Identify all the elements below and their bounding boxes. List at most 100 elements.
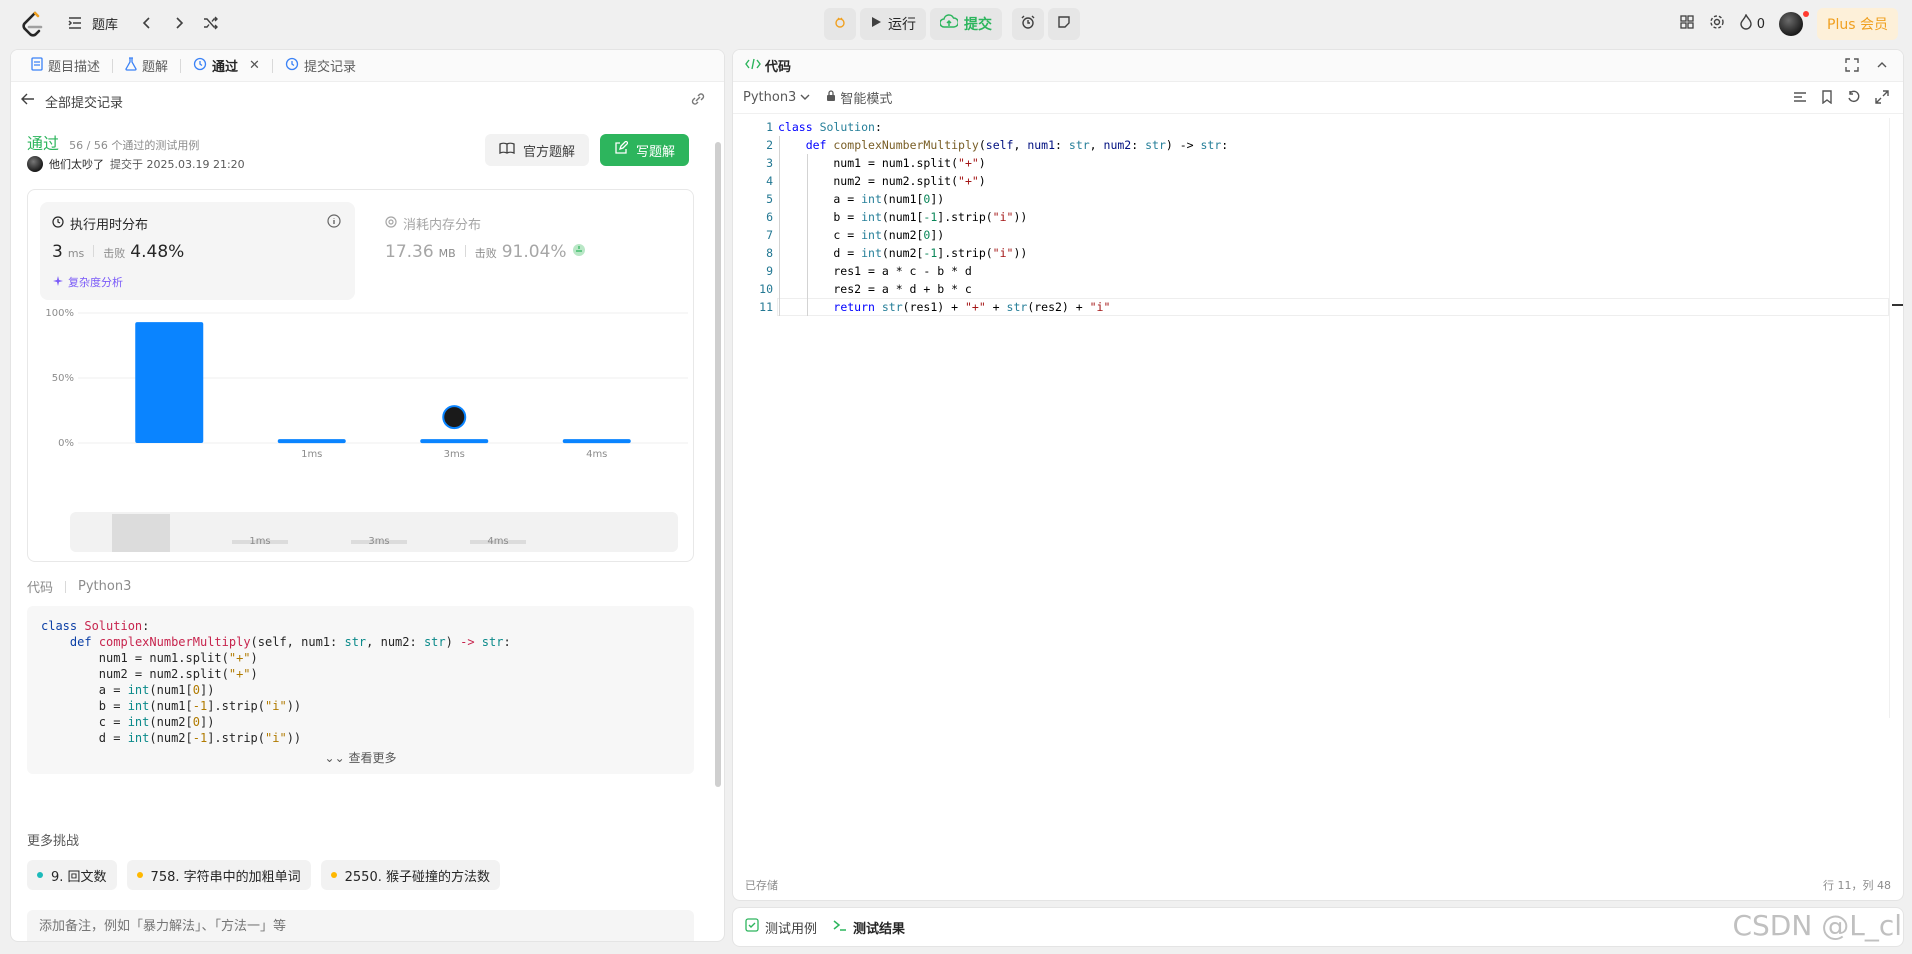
line-number: 9 — [766, 264, 773, 278]
debug-button[interactable] — [824, 8, 856, 40]
challenge-chip[interactable]: 9. 回文数 — [27, 860, 117, 890]
official-solution-button[interactable]: 官方题解 — [485, 134, 590, 166]
prev-problem-icon[interactable] — [136, 12, 158, 34]
fullscreen-icon[interactable] — [1845, 58, 1859, 76]
lock-icon — [826, 89, 836, 106]
code-editor[interactable]: 1 2 3 4 5 6 7 8 9 10 11 class Solution: … — [733, 118, 1903, 758]
challenge-chip[interactable]: 2550. 猴子碰撞的方法数 — [320, 860, 500, 890]
run-button[interactable]: 运行 — [860, 8, 926, 40]
memory-title: 消耗内存分布 — [403, 218, 482, 233]
difficulty-dot — [37, 872, 43, 878]
note-input[interactable] — [27, 910, 694, 941]
line-number: 7 — [766, 228, 773, 242]
tab-description[interactable]: 题目描述 — [23, 50, 108, 82]
scrollbar-thumb[interactable] — [715, 142, 721, 787]
your-submission-avatar-marker[interactable] — [442, 405, 467, 430]
settings-gear-icon[interactable] — [1709, 14, 1725, 34]
complexity-analysis-link[interactable]: 复杂度分析 — [52, 274, 123, 290]
submit-button[interactable]: 提交 — [930, 8, 1002, 40]
testcases-passed: 56 / 56 个通过的测试用例 — [69, 139, 200, 152]
language-label: Python3 — [743, 90, 797, 105]
bug-icon — [832, 14, 848, 34]
distribution-bar[interactable] — [562, 439, 631, 444]
plus-membership-button[interactable]: Plus 会员 — [1817, 8, 1898, 40]
write-solution-label: 写题解 — [636, 144, 676, 160]
code-line: class Solution: — [778, 120, 882, 134]
info-icon[interactable] — [327, 214, 341, 231]
shuffle-icon[interactable] — [200, 12, 222, 34]
editor-toolbar: Python3 智能模式 — [733, 82, 1903, 114]
code-label: 代码 — [27, 581, 54, 596]
checkbox-icon — [745, 918, 759, 936]
link-share-icon[interactable] — [690, 92, 706, 110]
back-to-submissions[interactable]: 全部提交记录 — [21, 90, 714, 112]
distribution-bar[interactable] — [277, 439, 346, 444]
panel-resize-handle[interactable] — [726, 480, 730, 500]
notification-dot — [1803, 11, 1810, 17]
collapse-chevron-icon[interactable] — [1875, 58, 1889, 76]
code-line: num1 = num1.split("+") — [41, 651, 258, 665]
expand-icon[interactable] — [1875, 90, 1889, 108]
play-icon — [870, 16, 882, 32]
submitted-code[interactable]: class Solution: def complexNumberMultipl… — [27, 606, 694, 774]
runtime-card[interactable]: 执行用时分布 3 ms 击败 4.48% 复杂度分析 — [40, 202, 355, 300]
code-line: a = int(num1[0]) — [41, 683, 215, 697]
editor-scrollbar[interactable] — [1889, 118, 1903, 718]
difficulty-dot — [136, 872, 143, 878]
left-tab-bar: 题目描述 题解 通过 ✕ 提交记录 — [11, 50, 724, 82]
format-code-icon[interactable] — [1793, 90, 1807, 108]
submit-label: 提交 — [964, 17, 992, 33]
streak-counter[interactable]: 0 — [1739, 13, 1765, 34]
leetcode-logo-icon[interactable] — [20, 10, 46, 38]
edit-icon — [614, 140, 629, 159]
tab-test-results[interactable]: 测试结果 — [833, 918, 905, 937]
distribution-bar[interactable] — [420, 439, 489, 444]
line-numbers: 1 2 3 4 5 6 7 8 9 10 11 — [733, 118, 773, 316]
problem-bank-link[interactable]: 题库 — [64, 12, 118, 34]
code-line: a = int(num1[0]) — [778, 192, 945, 206]
reset-code-icon[interactable] — [1847, 90, 1861, 108]
submitter-avatar[interactable] — [27, 156, 43, 172]
close-tab-icon[interactable]: ✕ — [249, 58, 260, 73]
official-solution-label: 官方题解 — [523, 144, 576, 160]
write-solution-button[interactable]: 写题解 — [600, 134, 690, 166]
left-scrollbar[interactable] — [713, 130, 723, 920]
distribution-bar[interactable] — [135, 322, 204, 443]
bookmark-icon[interactable] — [1821, 90, 1833, 108]
tab-submissions[interactable]: 提交记录 — [277, 50, 364, 82]
cake-icon — [572, 243, 586, 261]
double-chevron-down-icon: ⌄⌄ — [324, 751, 345, 765]
smart-mode-toggle[interactable]: 智能模式 — [826, 88, 892, 107]
tab-solutions-label: 题解 — [142, 60, 169, 75]
cursor-position: 行 11，列 48 — [1823, 879, 1891, 892]
layout-grid-icon[interactable] — [1679, 14, 1695, 34]
tab-code[interactable]: 代码 — [745, 56, 791, 75]
show-more-button[interactable]: ⌄⌄ 查看更多 — [27, 750, 694, 766]
next-problem-icon[interactable] — [168, 12, 190, 34]
timer-button[interactable] — [1012, 8, 1044, 40]
distribution-range-slider[interactable]: 1ms 3ms 4ms — [70, 512, 678, 552]
range-selection[interactable] — [112, 514, 170, 552]
memory-card[interactable]: 消耗内存分布 17.36 MB 击败 91.04% — [373, 202, 673, 300]
runtime-distribution-chart[interactable]: 100% 50% 0% 1ms 3ms 4ms — [28, 305, 695, 485]
clock-icon — [52, 215, 64, 232]
line-number: 5 — [766, 192, 773, 206]
user-avatar[interactable] — [1779, 11, 1810, 36]
code-line: return str(res1) + "+" + str(res2) + "i" — [833, 300, 1111, 314]
notes-button[interactable] — [1048, 8, 1080, 40]
x-tick-label: 3ms — [444, 449, 465, 460]
document-icon — [31, 56, 43, 75]
code-line: d = int(num2[-1].strip("i")) — [778, 246, 1028, 260]
show-more-label: 查看更多 — [348, 751, 397, 765]
submitter-name[interactable]: 他们太吵了 — [49, 156, 104, 172]
language-selector[interactable]: Python3 — [743, 90, 810, 105]
tab-accepted[interactable]: 通过 ✕ — [185, 50, 268, 82]
challenge-chip[interactable]: 758. 字符串中的加粗单词 — [126, 860, 311, 890]
tab-solutions[interactable]: 题解 — [117, 50, 176, 82]
left-panel: 题目描述 题解 通过 ✕ 提交记录 全部提交记录 通过 56 / 56 个通过的… — [10, 49, 725, 942]
tab-testcases[interactable]: 测试用例 — [745, 918, 817, 937]
line-number: 10 — [759, 282, 773, 296]
cursor-position-mark — [1892, 304, 1903, 306]
mini-tick-label: 4ms — [487, 536, 508, 547]
tab-submissions-label: 提交记录 — [303, 60, 356, 75]
